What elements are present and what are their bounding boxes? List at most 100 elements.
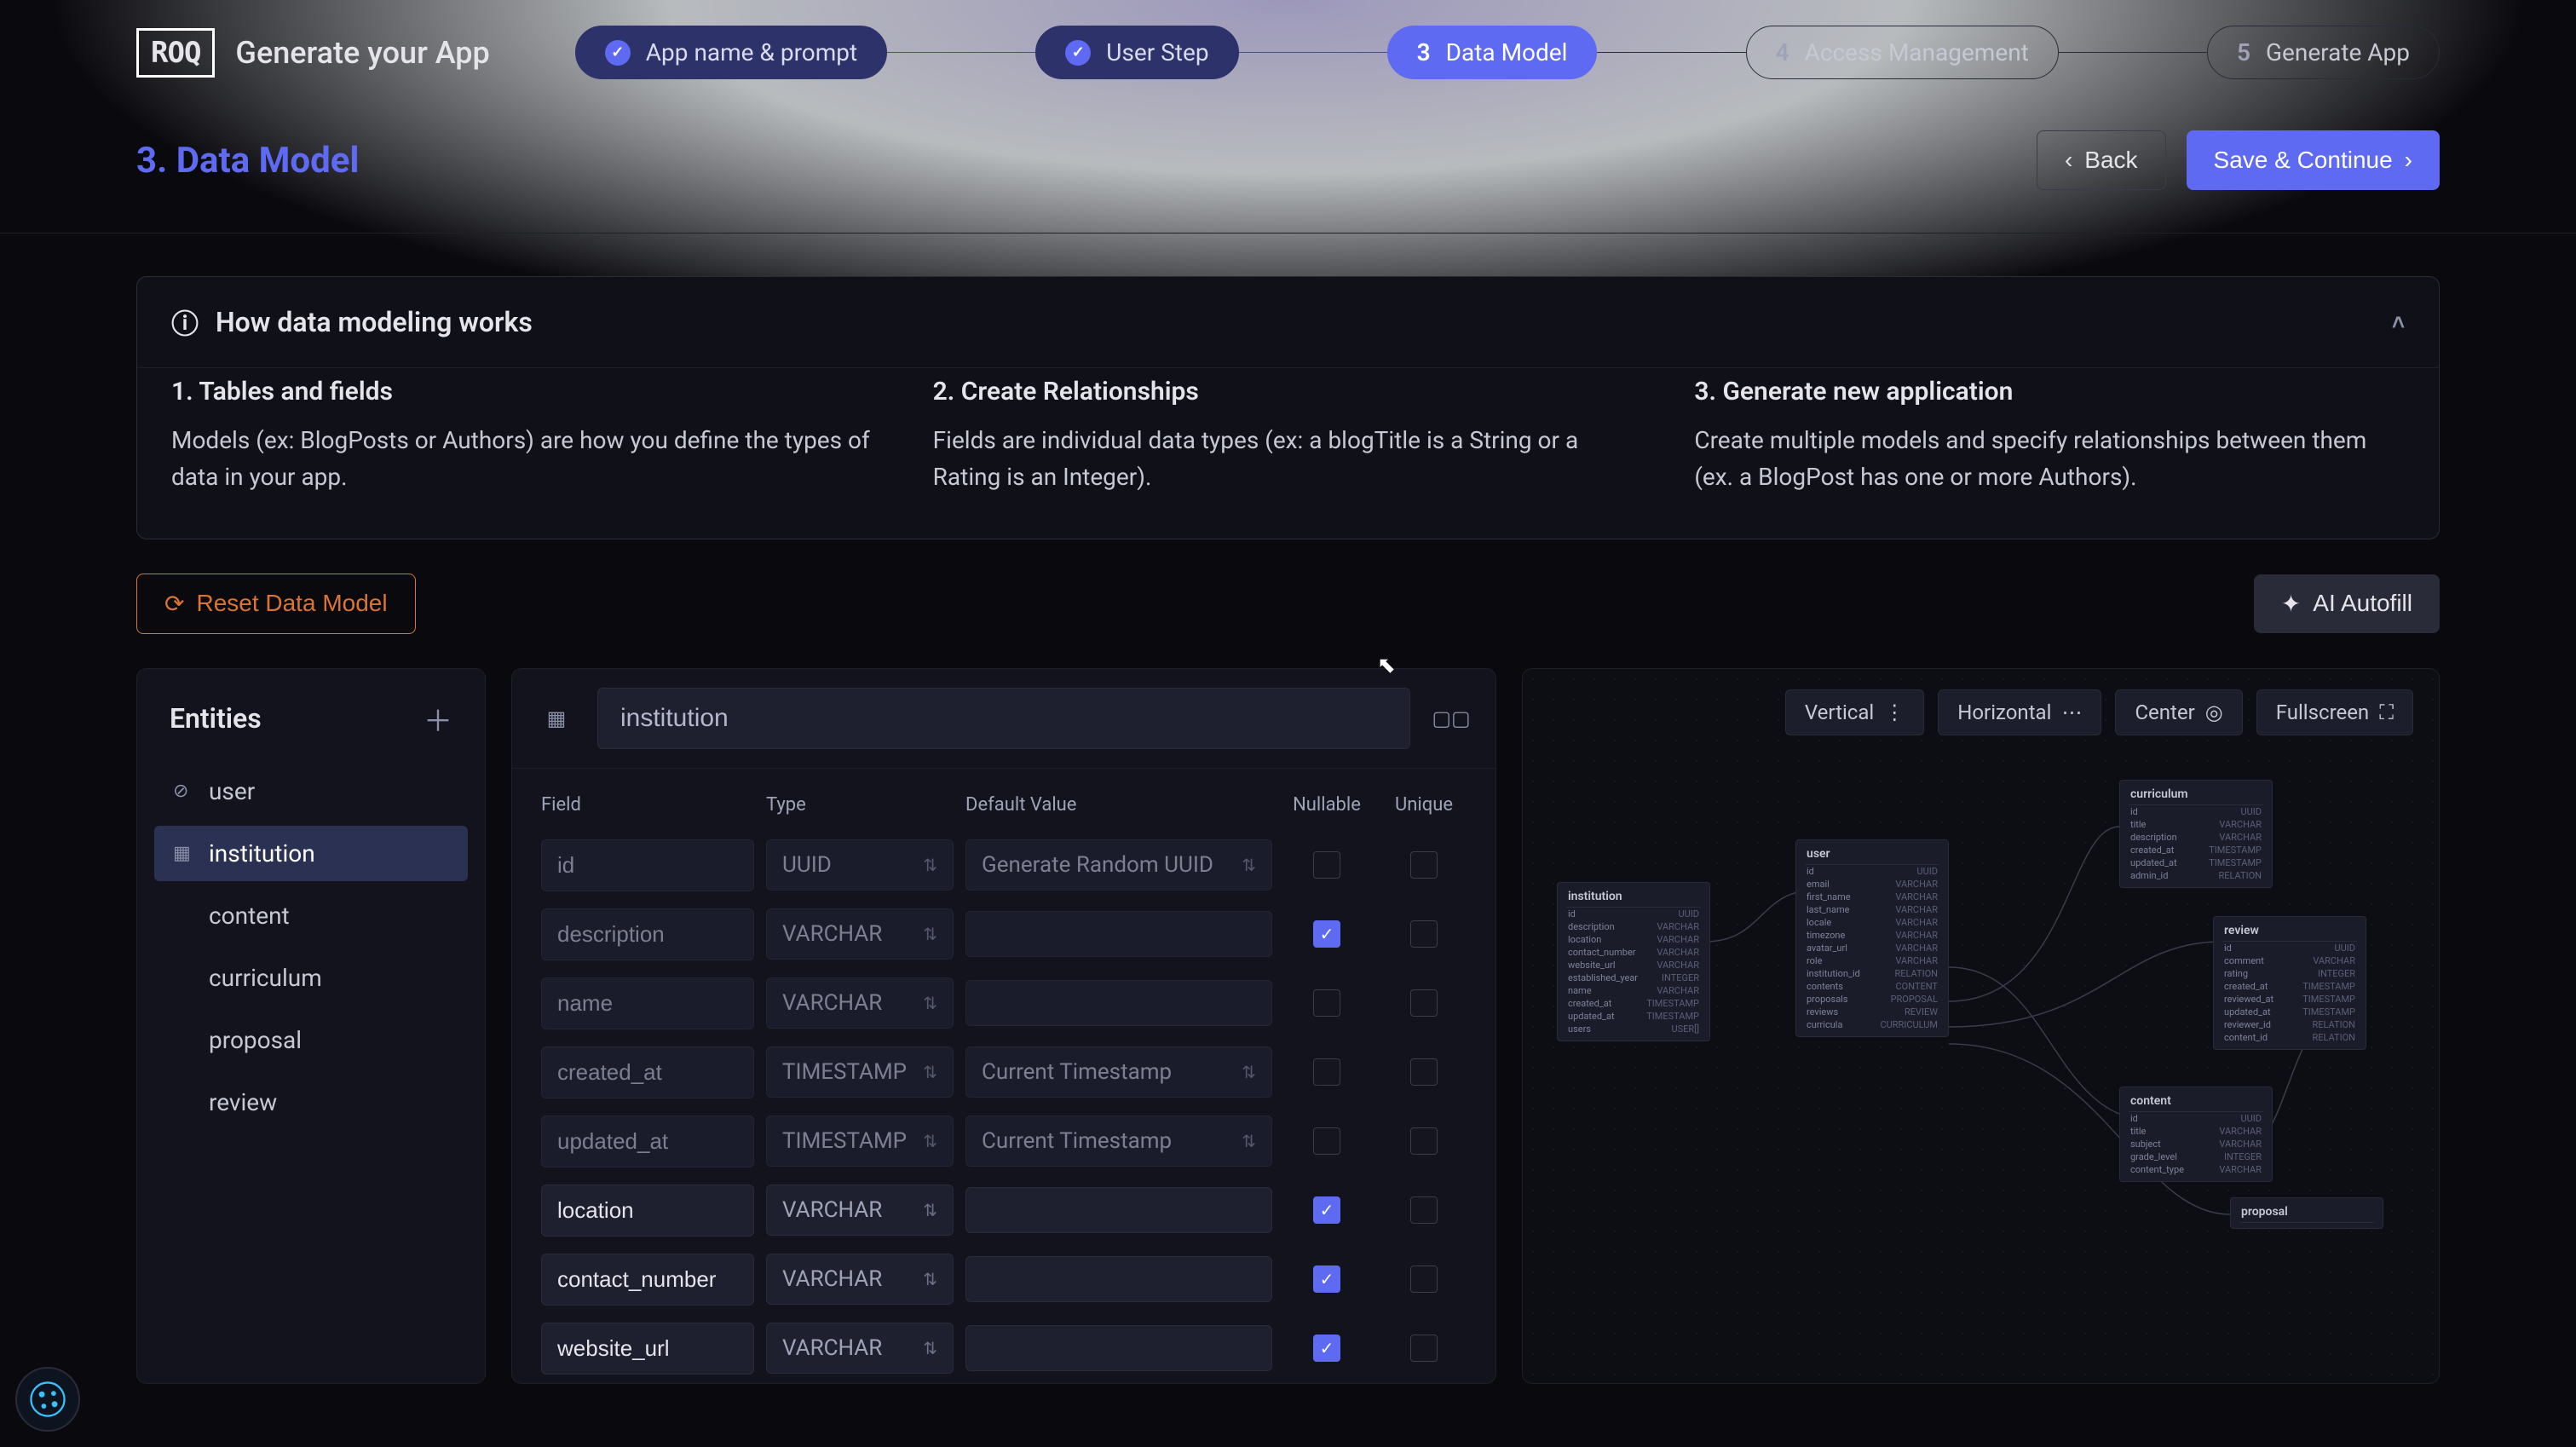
unique-checkbox[interactable] — [1410, 1127, 1438, 1155]
step-user-step[interactable]: ✓ User Step — [1035, 26, 1238, 79]
erd-field-row: titleVARCHAR — [2129, 818, 2263, 831]
unique-checkbox[interactable] — [1410, 851, 1438, 879]
field-row: VARCHAR⇅ ✓ — [512, 900, 1495, 969]
cookie-settings-button[interactable] — [15, 1367, 80, 1432]
field-name-input[interactable] — [541, 1323, 754, 1375]
unique-checkbox[interactable] — [1410, 1058, 1438, 1086]
entity-item-proposal[interactable]: proposal — [154, 1012, 468, 1068]
layout-icon[interactable]: ▢▢ — [1432, 700, 1470, 737]
field-default-select[interactable]: Current Timestamp⇅ — [965, 1116, 1272, 1167]
field-name-input — [541, 839, 754, 891]
erd-box-title: institution — [1566, 888, 1701, 908]
user-icon: ⊘ — [173, 781, 193, 802]
field-name-input[interactable] — [541, 1185, 754, 1237]
erd-box-user[interactable]: useridUUIDemailVARCHARfirst_nameVARCHARl… — [1795, 839, 1949, 1037]
step-data-model[interactable]: 3 Data Model — [1387, 26, 1598, 79]
diagram-pane[interactable]: Vertical⋮ Horizontal⋯ Center◎ Fullscreen… — [1522, 668, 2440, 1384]
erd-field-row: curriculaCURRICULUM — [1805, 1018, 1939, 1031]
erd-field-row: commentVARCHAR — [2222, 954, 2357, 967]
chevron-updown-icon: ⇅ — [923, 1269, 937, 1289]
chevron-updown-icon: ⇅ — [923, 993, 937, 1013]
field-row: VARCHAR⇅ ✓ — [512, 1314, 1495, 1383]
field-default-select[interactable] — [965, 911, 1272, 957]
field-type-select[interactable]: TIMESTAMP⇅ — [766, 1116, 954, 1167]
entity-item-institution[interactable]: ▦institution — [154, 826, 468, 881]
field-type-select[interactable]: VARCHAR⇅ — [766, 977, 954, 1029]
nullable-checkbox[interactable] — [1313, 851, 1340, 879]
unique-checkbox[interactable] — [1410, 1196, 1438, 1224]
unique-checkbox[interactable] — [1410, 989, 1438, 1017]
erd-field-row: roleVARCHAR — [1805, 954, 1939, 967]
entity-item-content[interactable]: content — [154, 888, 468, 943]
nullable-checkbox[interactable]: ✓ — [1313, 1335, 1340, 1362]
erd-box-curriculum[interactable]: curriculumidUUIDtitleVARCHARdescriptionV… — [2119, 780, 2273, 888]
field-name-input[interactable] — [541, 1254, 754, 1306]
field-type-select[interactable]: TIMESTAMP⇅ — [766, 1046, 954, 1098]
reset-data-model-button[interactable]: ⟳ Reset Data Model — [136, 574, 416, 634]
field-row: UUID⇅Generate Random UUID⇅ — [512, 831, 1495, 900]
unique-checkbox[interactable] — [1410, 1335, 1438, 1362]
nullable-checkbox[interactable]: ✓ — [1313, 1196, 1340, 1224]
field-type-select[interactable]: UUID⇅ — [766, 839, 954, 891]
explain-col-title: 3. Generate new application — [1694, 377, 2405, 406]
chevron-updown-icon: ⇅ — [923, 1062, 937, 1082]
add-entity-button[interactable]: ＋ — [424, 698, 452, 740]
erd-field-row: updated_atTIMESTAMP — [2222, 1006, 2357, 1018]
field-default-select[interactable] — [965, 980, 1272, 1026]
nullable-checkbox[interactable]: ✓ — [1313, 920, 1340, 948]
field-default-select[interactable] — [965, 1187, 1272, 1233]
unique-checkbox[interactable] — [1410, 1265, 1438, 1293]
field-type-select[interactable]: VARCHAR⇅ — [766, 1185, 954, 1236]
back-button[interactable]: ‹ Back — [2037, 130, 2166, 190]
step-access-management[interactable]: 4 Access Management — [1746, 26, 2059, 79]
entity-item-label: review — [209, 1088, 277, 1116]
collapse-toggle[interactable]: ˄ — [2392, 309, 2405, 336]
field-default-select[interactable]: Generate Random UUID⇅ — [965, 839, 1272, 891]
field-row: VARCHAR⇅ ✓ — [512, 1176, 1495, 1245]
entity-item-user[interactable]: ⊘ user — [154, 764, 468, 819]
chevron-right-icon: › — [2405, 147, 2412, 174]
check-icon: ✓ — [605, 40, 631, 66]
ai-autofill-button[interactable]: ✦ AI Autofill — [2254, 574, 2440, 633]
field-default-select[interactable] — [965, 1325, 1272, 1371]
field-default-select[interactable]: Current Timestamp⇅ — [965, 1046, 1272, 1098]
erd-field-row: institution_idRELATION — [1805, 967, 1939, 980]
erd-field-row: nameVARCHAR — [1566, 984, 1701, 997]
field-row: VARCHAR⇅ ✓ — [512, 1245, 1495, 1314]
entity-item-curriculum[interactable]: curriculum — [154, 950, 468, 1006]
erd-box-title: user — [1805, 845, 1939, 865]
field-row: TIMESTAMP⇅Current Timestamp⇅ — [512, 1038, 1495, 1107]
stepper: ✓ App name & prompt ✓ User Step 3 Data M… — [575, 26, 2440, 79]
erd-box-title: proposal — [2239, 1203, 2374, 1223]
entity-name-input[interactable] — [597, 688, 1410, 749]
nullable-checkbox[interactable]: ✓ — [1313, 1265, 1340, 1293]
erd-field-row: contentsCONTENT — [1805, 980, 1939, 993]
field-row: VARCHAR⇅ — [512, 969, 1495, 1038]
field-type-select[interactable]: VARCHAR⇅ — [766, 908, 954, 960]
nullable-checkbox[interactable] — [1313, 1127, 1340, 1155]
erd-field-row: established_yearINTEGER — [1566, 971, 1701, 984]
entity-item-label: institution — [209, 839, 315, 868]
erd-box-proposal[interactable]: proposal — [2230, 1197, 2383, 1229]
erd-field-row: first_nameVARCHAR — [1805, 891, 1939, 903]
entity-item-review[interactable]: review — [154, 1075, 468, 1130]
step-app-name[interactable]: ✓ App name & prompt — [575, 26, 887, 79]
erd-box-review[interactable]: reviewidUUIDcommentVARCHARratingINTEGERc… — [2213, 916, 2366, 1050]
nullable-checkbox[interactable] — [1313, 1058, 1340, 1086]
save-continue-button[interactable]: Save & Continue › — [2187, 130, 2440, 190]
erd-field-row: idUUID — [2222, 942, 2357, 954]
erd-field-row: reviewer_idRELATION — [2222, 1018, 2357, 1031]
field-type-select[interactable]: VARCHAR⇅ — [766, 1254, 954, 1305]
erd-box-institution[interactable]: institutionidUUIDdescriptionVARCHARlocat… — [1557, 882, 1710, 1041]
entity-item-label: user — [209, 777, 255, 805]
erd-field-row: created_atTIMESTAMP — [2129, 844, 2263, 856]
erd-box-content[interactable]: contentidUUIDtitleVARCHARsubjectVARCHARg… — [2119, 1087, 2273, 1182]
unique-checkbox[interactable] — [1410, 920, 1438, 948]
entity-item-label: curriculum — [209, 964, 322, 992]
chevron-left-icon: ‹ — [2065, 147, 2072, 174]
explain-header: How data modeling works — [216, 306, 533, 338]
field-type-select[interactable]: VARCHAR⇅ — [766, 1323, 954, 1374]
step-generate-app[interactable]: 5 Generate App — [2207, 26, 2440, 79]
field-default-select[interactable] — [965, 1256, 1272, 1302]
nullable-checkbox[interactable] — [1313, 989, 1340, 1017]
